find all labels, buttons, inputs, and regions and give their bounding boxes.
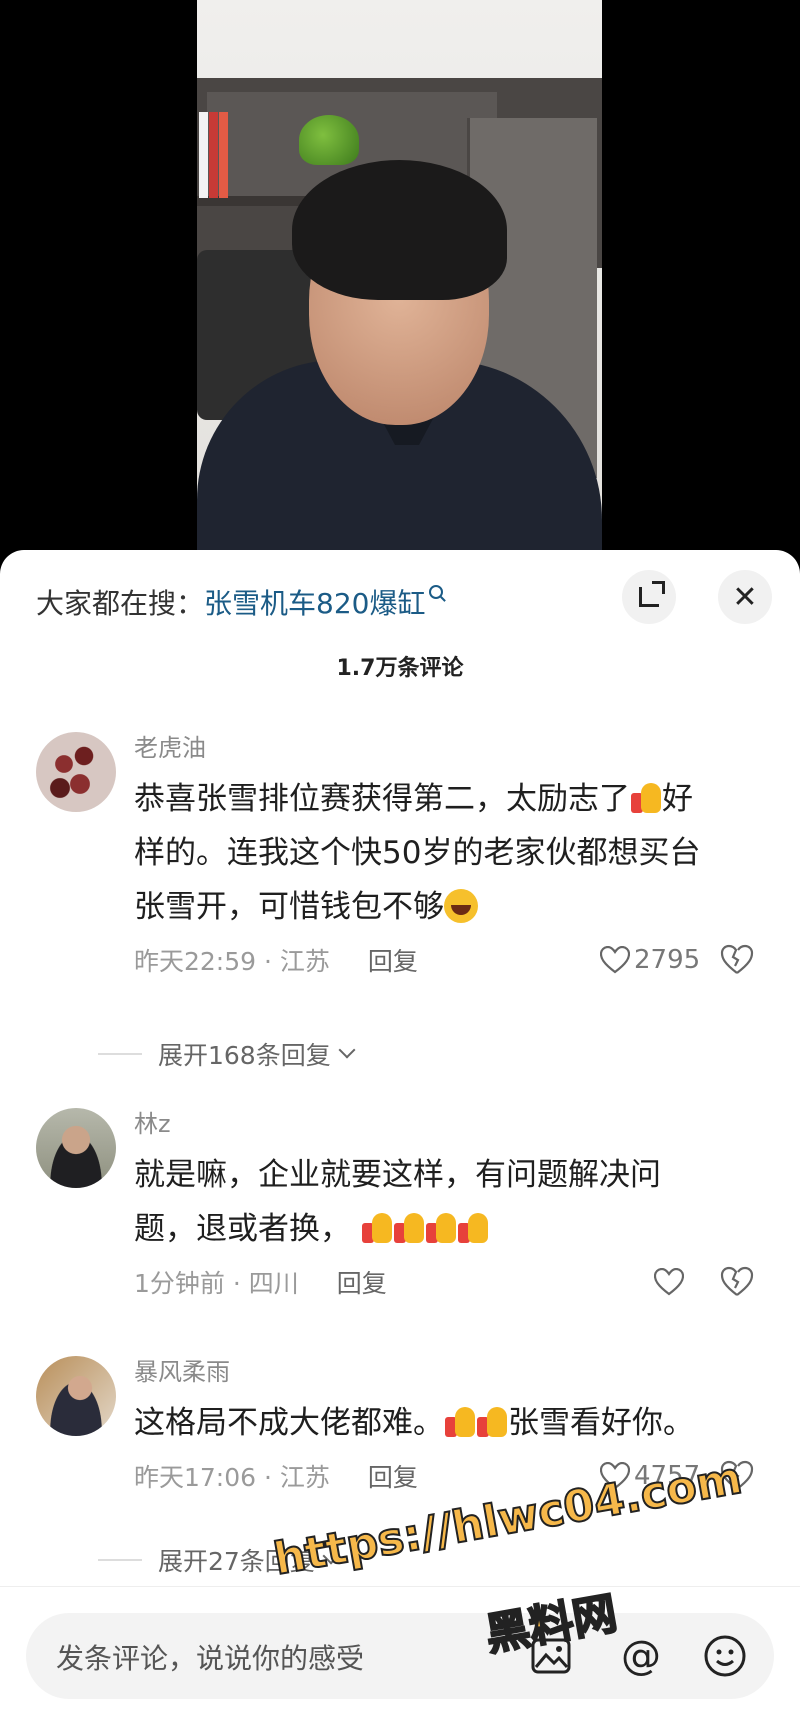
like-count: 2795 (634, 945, 701, 975)
comment-author[interactable]: 老虎油 (134, 732, 774, 764)
avatar[interactable] (36, 732, 116, 812)
comment-time-location: 昨天22:59 · 江苏 (134, 947, 330, 976)
dislike-icon[interactable] (720, 1266, 754, 1298)
comment-input-bar: 发条评论，说说你的感受 @ (0, 1586, 800, 1712)
trending-search[interactable]: 大家都在搜： 张雪机车820爆缸 (36, 582, 444, 622)
trending-search-label: 大家都在搜： (36, 587, 205, 620)
avatar[interactable] (36, 1108, 116, 1188)
comment-input[interactable]: 发条评论，说说你的感受 @ (26, 1613, 774, 1699)
person-hair (292, 160, 507, 300)
thumbs-up-icon (425, 1211, 456, 1243)
thumbs-up-icon (445, 1405, 475, 1437)
plant (299, 115, 359, 165)
comment-text: 这格局不成大佬都难。 张雪看好你。 (134, 1405, 694, 1441)
comment-text: 就是嘛，企业就要这样，有问题解决问 题，退或者换， (134, 1157, 661, 1247)
close-icon: ✕ (732, 579, 758, 615)
comment-author[interactable]: 林z (134, 1108, 774, 1140)
video-player[interactable] (0, 0, 800, 560)
thumbs-up-icon (393, 1211, 424, 1243)
close-button[interactable]: ✕ (718, 570, 772, 624)
expand-icon (639, 581, 665, 607)
expand-replies-button[interactable]: 展开168条回复 (98, 1034, 356, 1074)
laughing-crying-icon (444, 889, 478, 923)
comment-count: 1.7万条评论 (336, 656, 464, 681)
trending-search-term[interactable]: 张雪机车820爆缸 (204, 582, 425, 622)
expand-button[interactable] (622, 570, 676, 624)
thumbs-up-icon (477, 1405, 507, 1437)
at-mention-icon[interactable]: @ (618, 1633, 664, 1679)
comment-time-location: 1分钟前 · 四川 (134, 1269, 299, 1298)
thumbs-up-icon (631, 781, 661, 813)
heart-icon (654, 1268, 684, 1296)
thumbs-up-icon (361, 1211, 392, 1243)
comment-meta: 1分钟前 · 四川 回复 (134, 1262, 774, 1302)
like-button[interactable]: 2795 (600, 940, 700, 980)
comment-text: 恭喜张雪排位赛获得第二，太励志了好 样的。连我这个快50岁的老家伙都想买台 张雪… (134, 781, 701, 925)
comment-meta: 昨天22:59 · 江苏 回复 2795 (134, 940, 774, 980)
dislike-icon[interactable] (720, 944, 754, 976)
thumbs-up-icon (457, 1211, 488, 1243)
heart-icon (600, 946, 630, 974)
reply-button[interactable]: 回复 (337, 1264, 387, 1300)
like-button[interactable] (654, 1262, 688, 1302)
reply-button[interactable]: 回复 (368, 1458, 418, 1494)
chevron-down-icon (338, 1041, 356, 1059)
search-icon (429, 585, 444, 599)
comment-input-placeholder: 发条评论，说说你的感受 (56, 1642, 365, 1675)
comment-time-location: 昨天17:06 · 江苏 (134, 1463, 330, 1492)
reply-button[interactable]: 回复 (368, 942, 418, 978)
emoji-icon[interactable] (702, 1633, 748, 1679)
video-frame (197, 0, 602, 560)
avatar[interactable] (36, 1356, 116, 1436)
comment-author[interactable]: 暴风柔雨 (134, 1356, 774, 1388)
